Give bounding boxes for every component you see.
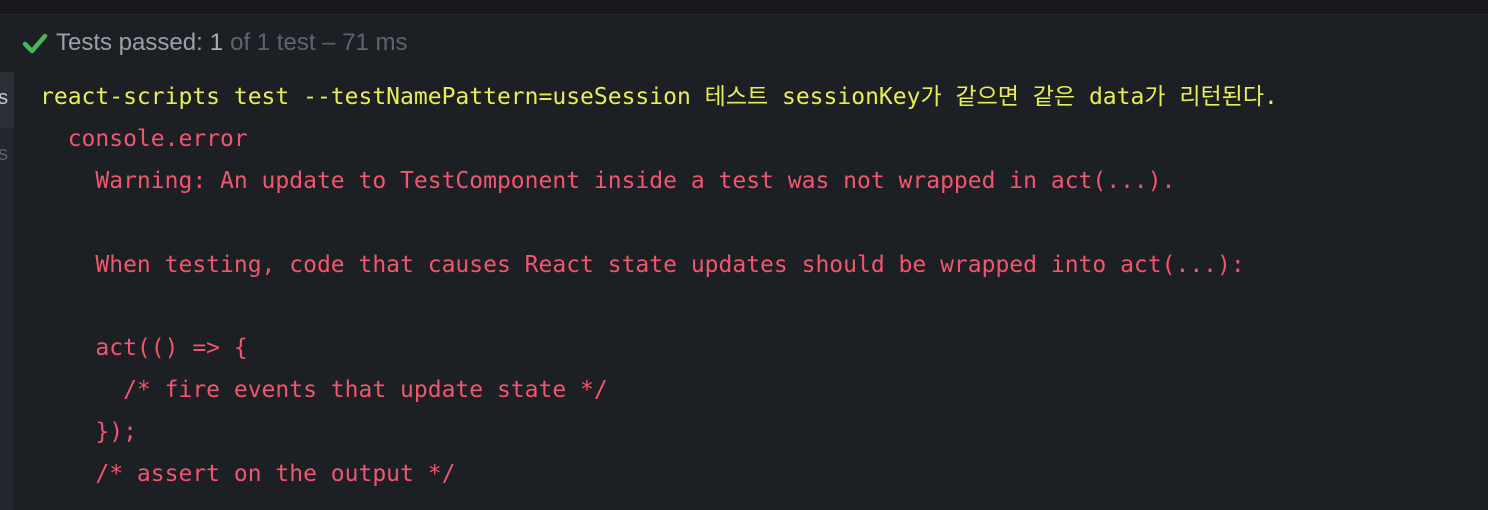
sidebar-tab-label: s [0,88,10,111]
status-label: Tests passed: [56,29,203,56]
command-line: react-scripts test --testNamePattern=use… [40,84,1278,110]
test-runner-window: Tests passed: 1 of 1 test – 71 ms s s re… [0,0,1488,510]
console-line: console.error [40,126,248,152]
test-summary: of 1 test – 71 ms [230,29,408,56]
console-output[interactable]: react-scripts test --testNamePattern=use… [14,72,1488,510]
sidebar-tab-label: s [0,144,10,167]
console-line: act(() => { [40,335,248,361]
toolbar-strip [0,0,1488,15]
console-line: /* fire events that update state */ [40,377,608,403]
passed-count: 1 [209,29,224,56]
console-line: When testing, code that causes React sta… [40,252,1245,278]
check-icon [22,33,48,54]
console-line: /* assert on the output */ [40,461,456,487]
left-sidebar-edge: s s [0,72,14,510]
console-line: Warning: An update to TestComponent insi… [40,168,1176,194]
test-status-bar: Tests passed: 1 of 1 test – 71 ms [0,15,1488,71]
console-line: }); [40,419,137,445]
